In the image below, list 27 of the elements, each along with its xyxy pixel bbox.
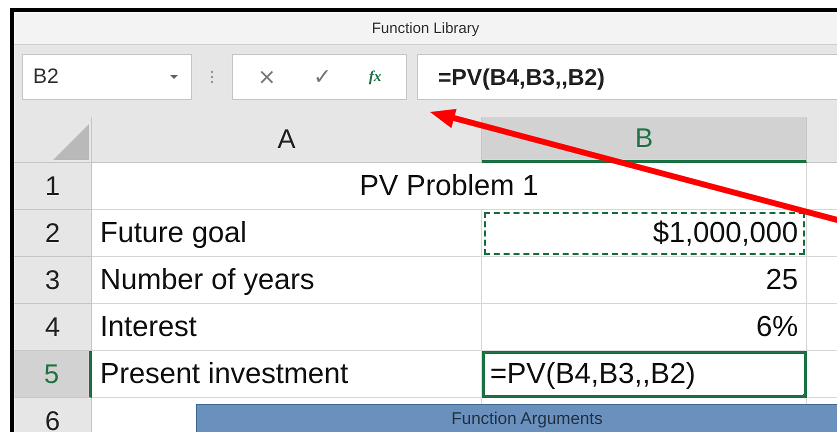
insert-function-button[interactable]: fx (364, 68, 386, 86)
table-cell: Future goal (92, 210, 482, 257)
table-cell: $1,000,000 (482, 210, 807, 257)
row-header[interactable]: 5 (14, 351, 92, 398)
table-cell: PV Problem 1 (92, 163, 807, 210)
table-cell: 6% (482, 304, 807, 351)
row-header[interactable]: 4 (14, 304, 92, 351)
formula-field[interactable]: =PV(B4,B3,,B2) (417, 54, 837, 100)
grip-icon (210, 69, 214, 85)
cancel-button[interactable]: × (254, 64, 280, 90)
table-cell: Present investment (92, 351, 482, 398)
caret-icon (169, 74, 179, 80)
name-box[interactable]: B2 (22, 54, 192, 100)
table-cell: 25 (482, 257, 807, 304)
enter-button[interactable]: ✓ (309, 64, 336, 90)
row-header[interactable]: 3 (14, 257, 92, 304)
row-header[interactable]: 2 (14, 210, 92, 257)
triangle-icon (53, 124, 89, 160)
column-header[interactable]: B (482, 117, 807, 163)
table-cell: =PV(B4,B3,,B2) (482, 351, 807, 398)
row-header[interactable]: 1 (14, 163, 92, 210)
table-cell: Interest (92, 304, 482, 351)
dialog-title-bar: Function Arguments (196, 404, 837, 432)
table-cell: Number of years (92, 257, 482, 304)
select-all-button[interactable] (14, 117, 92, 163)
ribbon-group-label: Function Library (14, 12, 837, 45)
column-header[interactable]: A (92, 117, 482, 163)
